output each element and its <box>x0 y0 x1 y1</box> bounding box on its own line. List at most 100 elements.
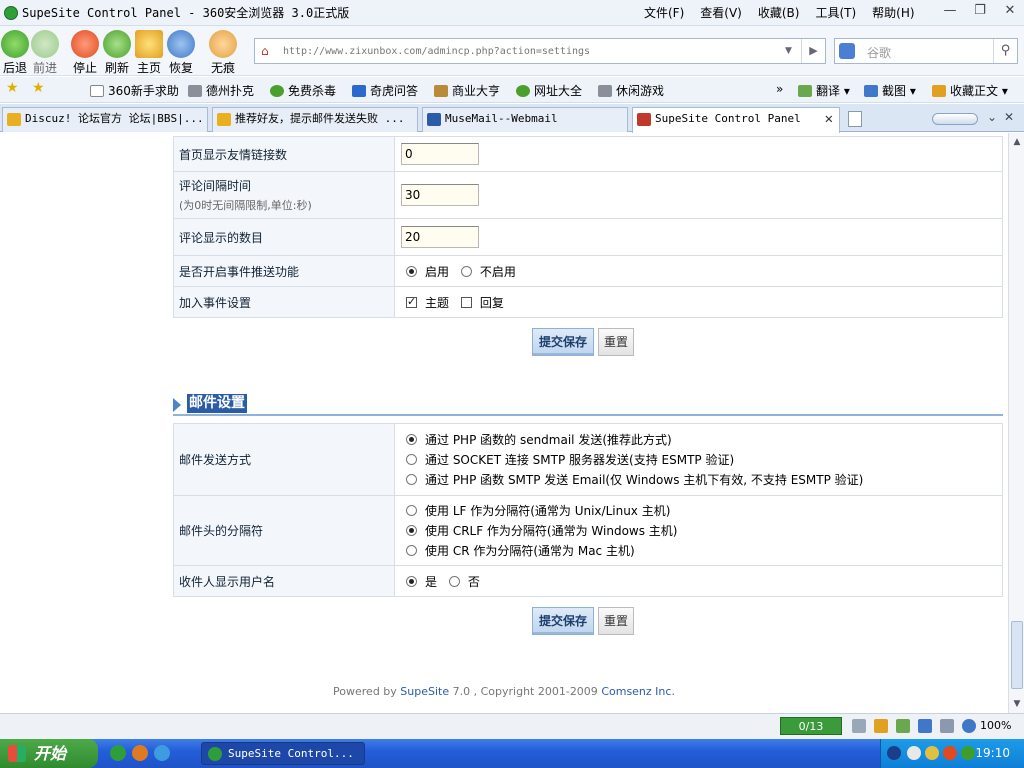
zoom-magnifier-icon[interactable] <box>962 719 976 733</box>
fav-item-poker[interactable]: 德州扑克 <box>188 82 254 99</box>
tray-360-icon[interactable] <box>943 746 957 760</box>
forward-button[interactable]: 前进 <box>30 30 60 76</box>
favorites-star-icon[interactable]: ★ <box>6 80 19 96</box>
start-button[interactable]: 开始 <box>0 739 98 768</box>
reset-button[interactable]: 重置 <box>598 328 635 356</box>
translate-button[interactable]: 翻译 ▾ <box>798 82 850 99</box>
collect-article-button[interactable]: 收藏正文 ▾ <box>932 82 1008 99</box>
event-push-on-radio[interactable] <box>406 265 417 277</box>
add-favorite-icon[interactable]: ★ <box>32 80 45 96</box>
tab-discuz[interactable]: Discuz! 论坛官方 论坛|BBS|... <box>2 107 208 132</box>
separator-radio-cr[interactable] <box>406 544 417 556</box>
screenshot-button[interactable]: 截图 ▾ <box>864 82 916 99</box>
event-push-off-radio[interactable] <box>460 265 472 277</box>
mail-reset-button[interactable]: 重置 <box>598 607 635 635</box>
restore-icon[interactable]: ❐ <box>972 3 988 19</box>
browser-app-icon <box>208 747 222 761</box>
comment-count-input[interactable]: 20 <box>401 226 479 248</box>
menu-favorites[interactable]: 收藏(B) <box>758 4 800 21</box>
new-tab-icon[interactable] <box>848 111 862 127</box>
menu-tools[interactable]: 工具(T) <box>815 4 856 21</box>
status-bar: 0/13 100% <box>0 713 1024 739</box>
refresh-button[interactable]: 刷新 <box>102 30 132 76</box>
tray-keyboard-icon[interactable] <box>887 746 901 760</box>
event-reply-checkbox[interactable] <box>460 296 472 308</box>
go-icon[interactable]: ▶ <box>801 39 825 63</box>
minimize-icon[interactable]: — <box>942 3 958 19</box>
separator-radio-crlf[interactable] <box>406 524 417 536</box>
footer-product-link[interactable]: SupeSite <box>400 685 449 698</box>
fav-item-url-directory[interactable]: 网址大全 <box>516 82 582 99</box>
tab-label: SupeSite Control Panel <box>655 112 801 125</box>
separator-radio-lf[interactable] <box>406 504 417 516</box>
zoom-level[interactable]: 100% <box>980 719 1011 732</box>
fav-item-casual-games[interactable]: 休闲游戏 <box>598 82 664 99</box>
menu-file[interactable]: 文件(F) <box>644 4 684 21</box>
fav-item-antivirus[interactable]: 免费杀毒 <box>270 82 336 99</box>
collapse-triangle-icon[interactable] <box>173 398 181 412</box>
address-dropdown-icon[interactable]: ▼ <box>785 39 799 63</box>
supesite-favicon-icon <box>637 113 651 126</box>
home-icon <box>135 30 163 58</box>
scrollbar-thumb[interactable] <box>1011 621 1023 689</box>
send-method-label: 邮件发送方式 <box>173 423 395 496</box>
scroll-up-icon[interactable]: ▲ <box>1011 135 1023 149</box>
comment-interval-input[interactable]: 30 <box>401 184 479 206</box>
menu-view[interactable]: 查看(V) <box>700 4 742 21</box>
tab-supesite-active[interactable]: SupeSite Control Panel ✕ <box>632 107 840 133</box>
tab-close-icon[interactable]: ✕ <box>825 108 833 130</box>
tray-arrow-icon[interactable] <box>907 746 921 760</box>
tab-musemail[interactable]: MuseMail--Webmail <box>422 107 628 132</box>
restore-button[interactable]: 恢复 <box>166 30 196 76</box>
quicklaunch-360-icon[interactable] <box>110 745 126 761</box>
send-method-radio-socket[interactable] <box>406 453 417 465</box>
menu-help[interactable]: 帮助(H) <box>872 4 914 21</box>
fav-item-tycoon[interactable]: 商业大亨 <box>434 82 500 99</box>
submit-save-button[interactable]: 提交保存 <box>532 328 595 356</box>
stop-button[interactable]: 停止 <box>70 30 100 76</box>
incognito-button[interactable]: 无痕 <box>208 30 238 76</box>
forward-label: 前进 <box>32 61 57 75</box>
status-tool-icon[interactable] <box>852 719 866 733</box>
fav-item-newbie-help[interactable]: 360新手求助 <box>90 82 179 99</box>
tab-label: Discuz! 论坛官方 论坛|BBS|... <box>25 112 204 125</box>
mail-submit-save-button[interactable]: 提交保存 <box>532 607 595 635</box>
home-button[interactable]: 主页 <box>134 30 164 76</box>
discuz-favicon-icon <box>217 113 231 126</box>
show-username-no-radio[interactable] <box>448 575 460 587</box>
close-all-tabs-icon[interactable]: ✕ <box>1004 110 1014 124</box>
address-url: http://www.zixunbox.com/admincp.php?acti… <box>283 45 591 57</box>
event-topic-checkbox[interactable] <box>406 295 417 308</box>
tab-list-chevron-icon[interactable]: ⌄ <box>987 110 997 124</box>
search-icon[interactable]: ⚲ <box>993 39 1017 63</box>
vertical-scrollbar[interactable]: ▲ ▼ <box>1008 133 1024 713</box>
friend-links-input[interactable]: 0 <box>401 143 479 165</box>
quicklaunch-app-icon[interactable] <box>132 745 148 761</box>
tray-search-icon[interactable] <box>925 746 939 760</box>
quicklaunch-ie-icon[interactable] <box>154 745 170 761</box>
footer-company-link[interactable]: Comsenz Inc. <box>601 685 675 698</box>
status-network-icon[interactable] <box>918 719 932 733</box>
tray-shield-icon[interactable] <box>961 746 975 760</box>
status-plugin-icon[interactable] <box>874 719 888 733</box>
scroll-down-icon[interactable]: ▼ <box>1011 697 1023 711</box>
favorites-more-icon[interactable]: » <box>776 82 783 96</box>
fav-item-qa[interactable]: 奇虎问答 <box>352 82 418 99</box>
refresh-label: 刷新 <box>104 61 129 75</box>
send-method-radio-sendmail[interactable] <box>406 433 417 445</box>
security-counter-badge[interactable]: 0/13 <box>780 717 842 735</box>
search-engine-icon[interactable] <box>839 43 855 59</box>
taskbar-item-supesite[interactable]: SupeSite Control... <box>201 742 365 765</box>
close-icon[interactable]: ✕ <box>1002 3 1018 19</box>
show-username-yes-radio[interactable] <box>406 575 417 587</box>
send-method-radio-smtp[interactable] <box>406 473 417 485</box>
back-button[interactable]: 后退 <box>0 30 30 76</box>
address-bar[interactable]: ⌂ http://www.zixunbox.com/admincp.php?ac… <box>254 38 826 64</box>
tab-recommend-friend[interactable]: 推荐好友，提示邮件发送失败 ... <box>212 107 418 132</box>
search-box[interactable]: 谷歌 ⚲ <box>834 38 1018 64</box>
tab-toggle-switch[interactable] <box>932 113 978 125</box>
system-tray: 19:10 <box>880 739 1024 768</box>
status-sound-icon[interactable] <box>940 719 954 733</box>
stop-label: 停止 <box>72 61 97 75</box>
status-download-icon[interactable] <box>896 719 910 733</box>
